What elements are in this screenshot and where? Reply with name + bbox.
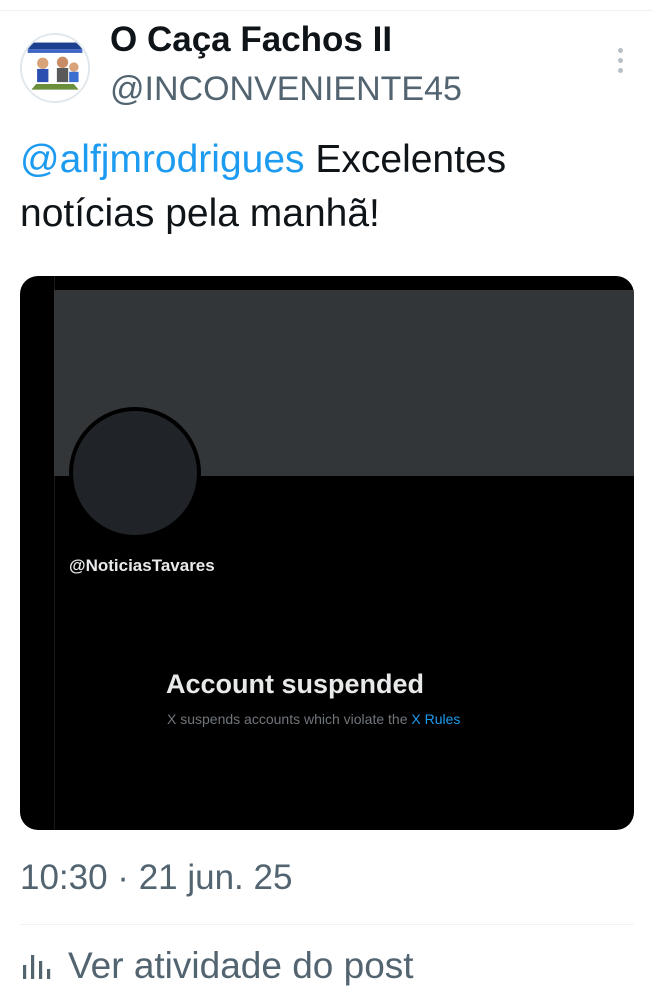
more-vertical-icon (618, 58, 623, 63)
bottom-divider (20, 924, 634, 925)
tweet-text: @alfjmrodrigues Excelentes notícias pela… (20, 133, 630, 241)
view-post-activity-button[interactable]: Ver atividade do post (20, 940, 414, 992)
suspended-profile-picture (69, 407, 201, 539)
cartoon-avatar-icon (22, 35, 88, 101)
attached-image[interactable]: @NoticiasTavares Account suspended X sus… (20, 276, 634, 830)
suspension-description-text: X suspends accounts which violate the (167, 711, 412, 727)
account-suspended-title: Account suspended (166, 669, 425, 699)
suspension-description: X suspends accounts which violate the X … (167, 711, 460, 727)
author-handle[interactable]: @INCONVENIENTE45 (110, 70, 462, 109)
x-rules-link: X Rules (411, 711, 461, 727)
more-vertical-icon (618, 48, 623, 53)
tweet-timestamp[interactable]: 10:30 · 21 jun. 25 (20, 858, 292, 898)
author-avatar[interactable] (20, 33, 90, 103)
more-options-button[interactable] (606, 46, 634, 80)
analytics-icon (23, 955, 51, 979)
top-divider (0, 10, 653, 11)
author-display-name[interactable]: O Caça Fachos II (110, 20, 392, 60)
mention-link[interactable]: @alfjmrodrigues (20, 138, 305, 181)
view-post-activity-label: Ver atividade do post (68, 945, 414, 986)
more-vertical-icon (618, 68, 623, 73)
suspended-account-handle: @NoticiasTavares (69, 556, 215, 575)
